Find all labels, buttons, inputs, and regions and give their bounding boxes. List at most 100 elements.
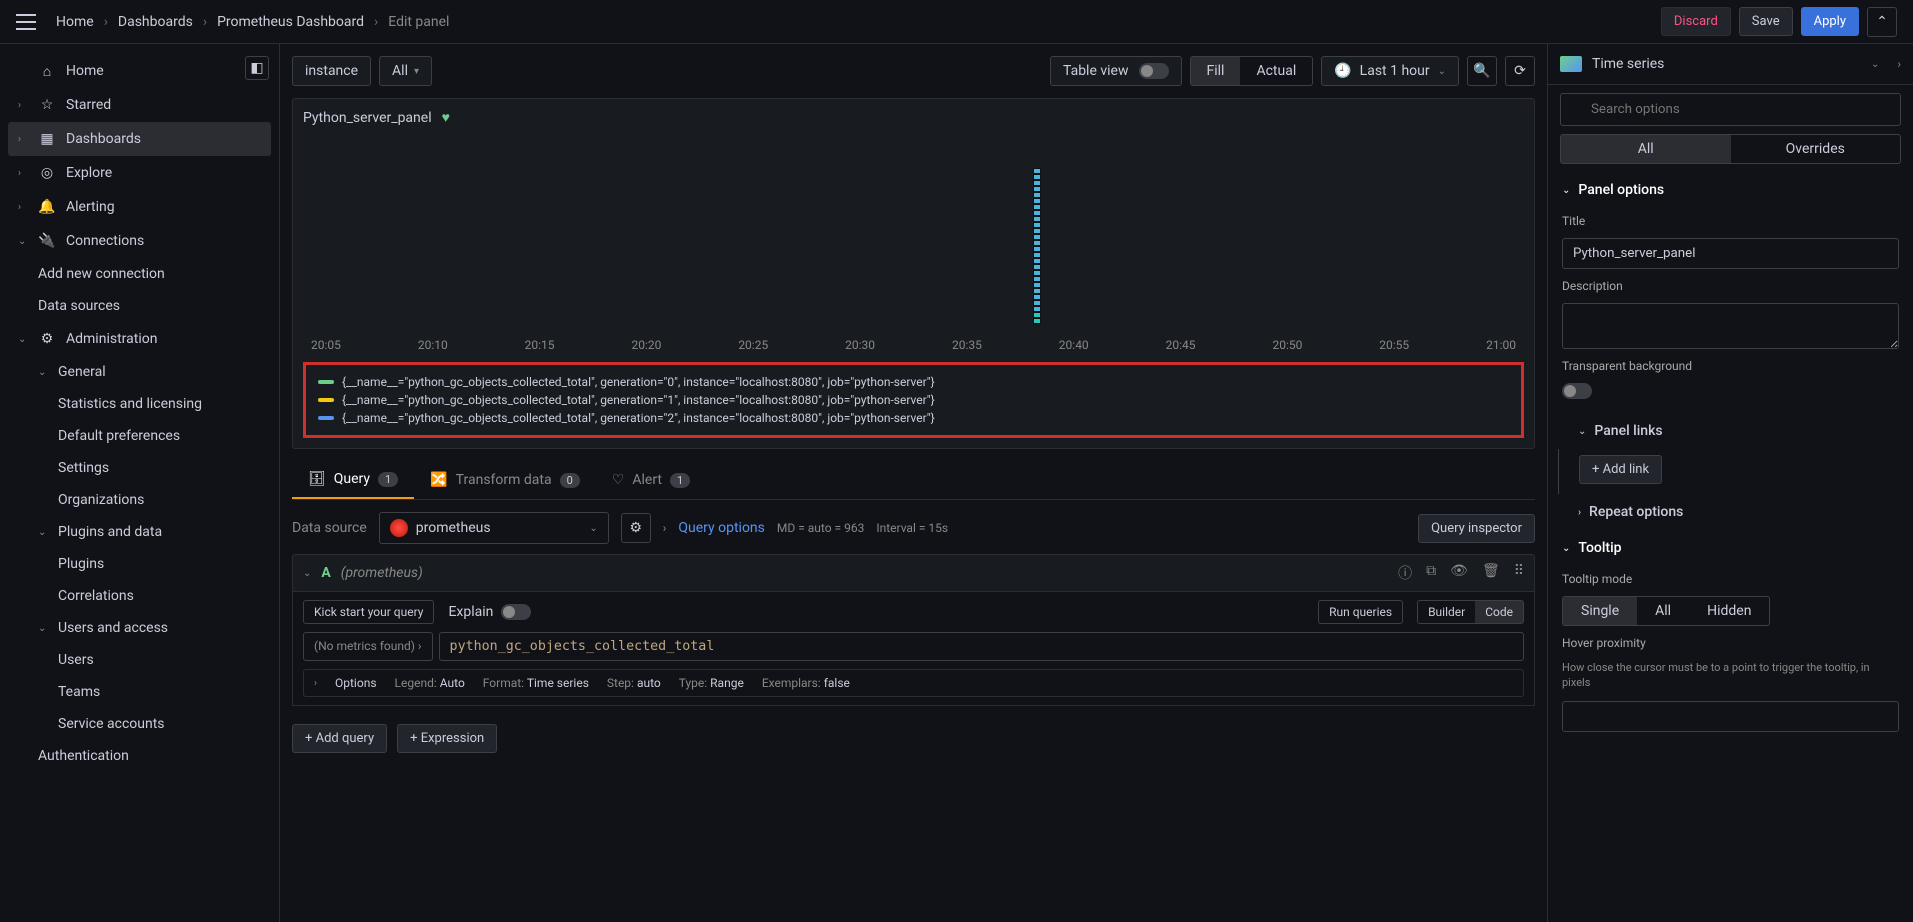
apply-button[interactable]: Apply	[1801, 7, 1859, 36]
crumb-dashboards[interactable]: Dashboards	[118, 14, 193, 30]
query-expr-input[interactable]	[439, 632, 1524, 661]
crumb-dashboard[interactable]: Prometheus Dashboard	[217, 14, 364, 30]
title-label: Title	[1562, 214, 1899, 228]
query-inspector-button[interactable]: Query inspector	[1418, 514, 1535, 543]
tab-all[interactable]: All	[1561, 135, 1731, 163]
mode-single[interactable]: Single	[1563, 597, 1637, 625]
tab-overrides[interactable]: Overrides	[1731, 135, 1901, 163]
x-axis: 20:0520:1020:1520:2020:2520:3020:3520:40…	[303, 334, 1524, 356]
help-icon[interactable]: ⓘ	[1398, 563, 1412, 583]
sidebar-item-connections[interactable]: ⌄🔌Connections	[8, 224, 271, 258]
save-button[interactable]: Save	[1739, 7, 1793, 36]
chart-bars	[1033, 139, 1041, 324]
query-row-options[interactable]: › Options Legend: Auto Format: Time seri…	[303, 669, 1524, 697]
discard-button[interactable]: Discard	[1661, 7, 1731, 36]
sidebar-item-starred[interactable]: ›☆Starred	[8, 88, 271, 122]
query-row-ds: (prometheus)	[341, 565, 423, 581]
time-range-picker[interactable]: 🕘Last 1 hour⌄	[1321, 56, 1459, 86]
table-view-toggle[interactable]: Table view	[1050, 56, 1182, 86]
section-panel-links[interactable]: ⌄Panel links	[1548, 413, 1913, 449]
legend-item[interactable]: {__name__="python_gc_objects_collected_t…	[318, 409, 1509, 427]
query-md: MD = auto = 963	[777, 521, 864, 535]
title-input[interactable]	[1562, 238, 1899, 269]
sidebar-item-settings[interactable]: Settings	[8, 452, 271, 484]
sidebar-item-plugins[interactable]: Plugins	[8, 548, 271, 580]
explain-toggle[interactable]	[501, 604, 531, 620]
sidebar-item-users[interactable]: Users	[8, 644, 271, 676]
chevron-right-icon: ›	[1578, 507, 1581, 518]
ds-settings-icon[interactable]: ⚙	[621, 513, 651, 543]
trash-icon[interactable]: 🗑	[1482, 563, 1500, 583]
sidebar-item-service-accounts[interactable]: Service accounts	[8, 708, 271, 740]
dashboards-icon: ▦	[38, 130, 56, 148]
sidebar-item-alerting[interactable]: ›🔔Alerting	[8, 190, 271, 224]
datasource-select[interactable]: prometheus⌄	[379, 512, 609, 544]
timeseries-icon	[1560, 56, 1582, 72]
seg-builder[interactable]: Builder	[1418, 601, 1475, 623]
crumb-home[interactable]: Home	[56, 14, 94, 30]
section-repeat-options[interactable]: ›Repeat options	[1548, 494, 1913, 530]
refresh-icon[interactable]: ⟳	[1505, 56, 1535, 86]
hover-desc: How close the cursor must be to a point …	[1562, 660, 1899, 691]
seg-fill[interactable]: Fill	[1191, 57, 1241, 85]
query-options-link[interactable]: Query options	[678, 520, 765, 536]
sidebar-item-orgs[interactable]: Organizations	[8, 484, 271, 516]
sidebar-item-stats[interactable]: Statistics and licensing	[8, 388, 271, 420]
sidebar-item-home[interactable]: ⌂Home	[8, 54, 271, 88]
mode-hidden[interactable]: Hidden	[1689, 597, 1769, 625]
run-queries-button[interactable]: Run queries	[1318, 600, 1403, 624]
gear-icon: ⚙	[38, 330, 56, 348]
tab-transform[interactable]: 🔀Transform data0	[414, 461, 596, 499]
sidebar-item-administration[interactable]: ⌄⚙Administration	[8, 322, 271, 356]
kick-start-button[interactable]: Kick start your query	[303, 600, 434, 624]
sidebar-item-prefs[interactable]: Default preferences	[8, 420, 271, 452]
home-icon: ⌂	[38, 62, 56, 80]
sidebar-collapse-icon[interactable]: ◧	[245, 56, 269, 80]
hover-input[interactable]	[1562, 701, 1899, 732]
query-row-header[interactable]: ⌄ A (prometheus) ⓘ ⧉ 👁 🗑 ⠿	[292, 554, 1535, 592]
copy-icon[interactable]: ⧉	[1426, 563, 1436, 583]
sidebar-item-plugins-data[interactable]: ⌄Plugins and data	[8, 516, 271, 548]
builder-code-toggle[interactable]: Builder Code	[1417, 600, 1524, 624]
search-options-input[interactable]	[1560, 93, 1901, 126]
seg-actual[interactable]: Actual	[1240, 57, 1312, 85]
add-link-button[interactable]: + Add link	[1579, 455, 1662, 484]
query-interval: Interval = 15s	[876, 521, 948, 535]
legend-highlight: {__name__="python_gc_objects_collected_t…	[303, 362, 1524, 438]
tab-alert[interactable]: ♡Alert1	[596, 461, 706, 499]
sidebar-item-general[interactable]: ⌄General	[8, 356, 271, 388]
sidebar-item-teams[interactable]: Teams	[8, 676, 271, 708]
chevron-right-icon[interactable]: ›	[663, 521, 667, 535]
options-tabs[interactable]: All Overrides	[1560, 134, 1901, 164]
chevron-up-icon[interactable]: ⌃	[1867, 7, 1897, 37]
mode-all[interactable]: All	[1637, 597, 1689, 625]
section-panel-options[interactable]: ⌄Panel options	[1548, 172, 1913, 208]
drag-icon[interactable]: ⠿	[1514, 563, 1524, 583]
eye-icon[interactable]: 👁	[1450, 563, 1468, 583]
add-query-button[interactable]: + Add query	[292, 724, 387, 753]
sidebar-item-users-access[interactable]: ⌄Users and access	[8, 612, 271, 644]
menu-toggle[interactable]	[16, 14, 36, 30]
legend-item[interactable]: {__name__="python_gc_objects_collected_t…	[318, 391, 1509, 409]
metrics-browser[interactable]: (No metrics found) ›	[303, 632, 433, 661]
sidebar-item-data-sources[interactable]: Data sources	[8, 290, 271, 322]
zoom-out-icon[interactable]: 🔍	[1467, 56, 1497, 86]
sidebar-item-auth[interactable]: Authentication	[8, 740, 271, 772]
fill-actual-toggle[interactable]: Fill Actual	[1190, 56, 1314, 86]
description-input[interactable]	[1562, 303, 1899, 349]
var-instance-value[interactable]: All▾	[379, 56, 432, 86]
sidebar-item-dashboards[interactable]: ›▦Dashboards	[8, 122, 271, 156]
chart-area[interactable]	[303, 134, 1524, 334]
sidebar-item-add-connection[interactable]: Add new connection	[8, 258, 271, 290]
expression-button[interactable]: + Expression	[397, 724, 497, 753]
chevron-down-icon[interactable]: ⌄	[1871, 59, 1879, 70]
chevron-right-icon[interactable]: ›	[1897, 57, 1901, 71]
tab-query[interactable]: 🗄Query1	[292, 461, 414, 499]
sidebar-item-correlations[interactable]: Correlations	[8, 580, 271, 612]
legend-item[interactable]: {__name__="python_gc_objects_collected_t…	[318, 373, 1509, 391]
tooltip-mode-toggle[interactable]: Single All Hidden	[1562, 596, 1770, 626]
section-tooltip[interactable]: ⌄Tooltip	[1548, 530, 1913, 566]
seg-code[interactable]: Code	[1475, 601, 1523, 623]
sidebar-item-explore[interactable]: ›◎Explore	[8, 156, 271, 190]
transparent-toggle[interactable]	[1562, 383, 1592, 399]
